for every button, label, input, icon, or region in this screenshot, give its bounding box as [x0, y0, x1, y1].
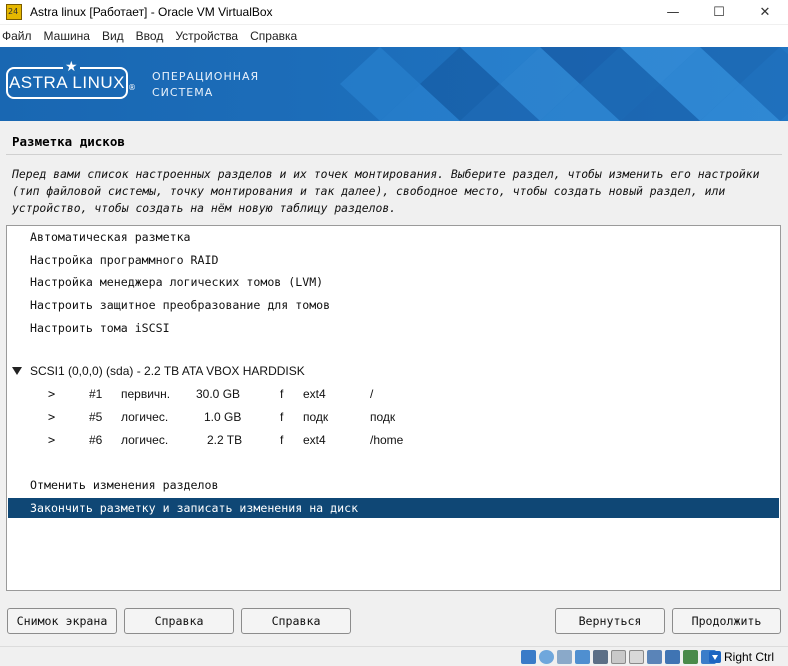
partition-mountpoint: /home — [370, 433, 404, 447]
host-key-indicator: Right Ctrl — [708, 650, 774, 664]
banner-subtitle-line1: ОПЕРАЦИОННАЯ — [152, 70, 260, 83]
partition-mountpoint: подк — [370, 410, 396, 424]
close-button[interactable]: ✕ — [742, 0, 788, 24]
list-item-finish-partitioning[interactable]: Закончить разметку и записать изменения … — [8, 498, 779, 518]
partition-size: 1.0 GB — [204, 410, 242, 424]
virtualbox-app-icon — [6, 4, 22, 20]
keyboard-capture-icon — [708, 651, 721, 663]
menu-file[interactable]: Файл — [0, 29, 40, 43]
menu-machine[interactable]: Машина — [40, 29, 98, 43]
list-item-label: Настроить защитное преобразование для то… — [30, 298, 331, 312]
partition-flag: f — [280, 433, 284, 447]
astra-linux-logo: ★ ASTRA LINUX ® — [6, 60, 136, 99]
list-item-iscsi[interactable]: Настроить тома iSCSI — [8, 318, 779, 338]
screenshot-button[interactable]: Снимок экрана — [7, 608, 117, 634]
list-item-disk-sda[interactable]: SCSI1 (0,0,0) (sda) - 2.2 TB ATA VBOX HA… — [8, 361, 779, 381]
help-button[interactable]: Справка — [124, 608, 234, 634]
partition-filesystem: ext4 — [303, 387, 326, 401]
hdd-icon[interactable] — [521, 650, 536, 664]
window-controls: — ☐ ✕ — [650, 0, 788, 24]
partition-mountpoint: / — [370, 387, 374, 401]
partition-type: логичес. — [121, 410, 169, 424]
host-key-label: Right Ctrl — [723, 650, 774, 664]
partition-row-6[interactable]: > #6 логичес. 2.2 TB f ext4 /home — [8, 430, 779, 450]
video-capture-icon[interactable] — [647, 650, 662, 664]
list-item-label: Настройка менеджера логических томов (LV… — [30, 275, 324, 289]
partition-filesystem: подк — [303, 410, 329, 424]
list-item-label: Автоматическая разметка — [30, 230, 191, 244]
optical-drive-icon[interactable] — [539, 650, 554, 664]
disk-label: SCSI1 (0,0,0) (sda) - 2.2 TB ATA VBOX HA… — [30, 364, 305, 378]
list-item-label: Настроить тома iSCSI — [30, 321, 170, 335]
chevron-right-icon: > — [48, 433, 56, 447]
partition-number: #5 — [89, 410, 103, 424]
recording-icon[interactable] — [665, 650, 680, 664]
logo-text: ASTRA LINUX — [8, 73, 126, 92]
expand-triangle-icon — [12, 367, 22, 375]
star-icon: ★ — [63, 59, 80, 75]
banner-subtitle: ОПЕРАЦИОННАЯ СИСТЕМА — [152, 69, 259, 101]
help-button-2[interactable]: Справка — [241, 608, 351, 634]
back-button[interactable]: Вернуться — [555, 608, 665, 634]
banner-subtitle-line2: СИСТЕМА — [152, 86, 214, 99]
window-titlebar: Astra linux [Работает] - Oracle VM Virtu… — [0, 0, 788, 24]
page-title: Разметка дисков — [12, 134, 125, 149]
network-icon[interactable] — [575, 650, 590, 664]
list-item-auto-partition[interactable]: Автоматическая разметка — [8, 227, 779, 247]
chevron-right-icon: > — [48, 387, 56, 401]
vm-statusbar: Right Ctrl — [0, 646, 788, 666]
partition-row-1[interactable]: > #1 первичн. 30.0 GB f ext4 / — [8, 384, 779, 404]
list-item-label: Настройка программного RAID — [30, 253, 219, 267]
partition-number: #1 — [89, 387, 103, 401]
heading-divider — [6, 154, 782, 155]
page-description: Перед вами список настроенных разделов и… — [12, 167, 760, 215]
partition-list[interactable]: Автоматическая разметка Настройка програ… — [6, 225, 781, 591]
partition-type: первичн. — [121, 387, 171, 401]
list-item-label: Закончить разметку и записать изменения … — [30, 501, 359, 515]
usb-icon[interactable] — [593, 650, 608, 664]
cpu-icon[interactable] — [683, 650, 698, 664]
partition-size: 2.2 TB — [207, 433, 243, 447]
menu-bar: Файл Машина Вид Ввод Устройства Справка — [0, 25, 788, 47]
partition-number: #6 — [89, 433, 103, 447]
audio-icon[interactable] — [557, 650, 572, 664]
list-item-encrypted-volumes[interactable]: Настроить защитное преобразование для то… — [8, 295, 779, 315]
maximize-button[interactable]: ☐ — [696, 0, 742, 24]
display-icon[interactable] — [629, 650, 644, 664]
shared-folders-icon[interactable] — [611, 650, 626, 664]
list-item-software-raid[interactable]: Настройка программного RAID — [8, 250, 779, 270]
chevron-right-icon: > — [48, 410, 56, 424]
partition-flag: f — [280, 410, 284, 424]
menu-help[interactable]: Справка — [246, 29, 305, 43]
menu-view[interactable]: Вид — [98, 29, 132, 43]
minimize-button[interactable]: — — [650, 0, 696, 24]
menu-input[interactable]: Ввод — [132, 29, 172, 43]
installer-banner: ★ ASTRA LINUX ® ОПЕРАЦИОННАЯ СИСТЕМА — [0, 47, 788, 121]
partition-filesystem: ext4 — [303, 433, 326, 447]
partition-flag: f — [280, 387, 284, 401]
window-title: Astra linux [Работает] - Oracle VM Virtu… — [30, 5, 273, 19]
list-item-undo-changes[interactable]: Отменить изменения разделов — [8, 475, 779, 495]
list-item-lvm[interactable]: Настройка менеджера логических томов (LV… — [8, 272, 779, 292]
registered-mark: ® — [128, 83, 136, 92]
continue-button[interactable]: Продолжить — [672, 608, 781, 634]
menu-devices[interactable]: Устройства — [171, 29, 246, 43]
statusbar-device-icons — [521, 650, 716, 664]
list-item-label: Отменить изменения разделов — [30, 478, 219, 492]
partition-type: логичес. — [121, 433, 169, 447]
partition-row-5[interactable]: > #5 логичес. 1.0 GB f подк подк — [8, 407, 779, 427]
partition-size: 30.0 GB — [196, 387, 241, 401]
